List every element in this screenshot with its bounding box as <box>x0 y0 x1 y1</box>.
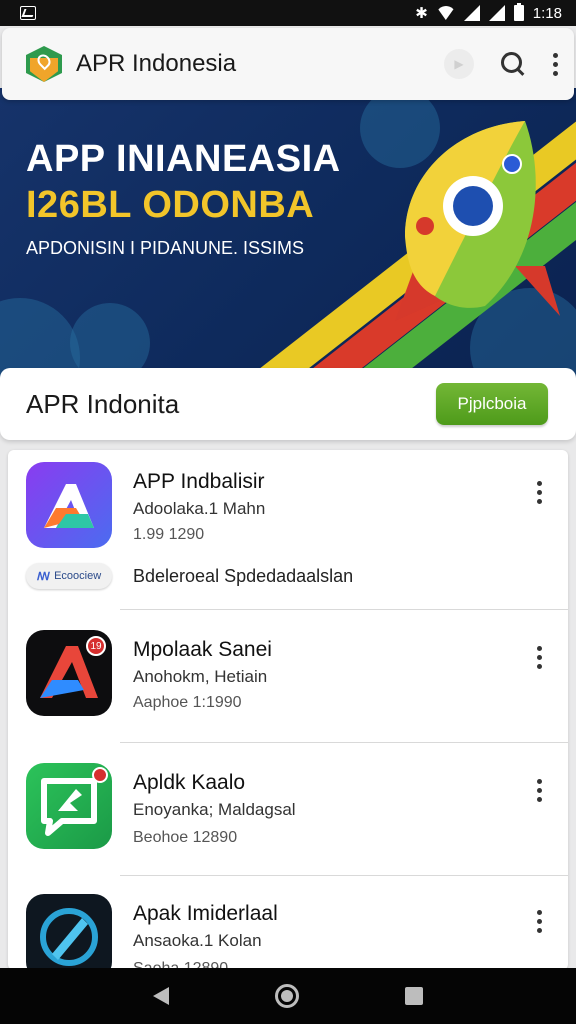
decorative-circle <box>0 298 80 378</box>
featured-card: APR Indonita Pjplcboia <box>0 368 576 440</box>
app-meta: 1.99 1290 <box>133 526 205 543</box>
hero-tagline: APDONISIN I PIDANUNE. ISSIMS <box>26 238 305 258</box>
recents-icon[interactable] <box>405 987 423 1005</box>
app-icon: 19 <box>26 630 112 716</box>
more-vert-icon[interactable] <box>536 481 542 504</box>
app-name: Mpolaak Sanei <box>133 638 272 661</box>
featured-title: APR Indonita <box>26 388 180 419</box>
top-app-bar: APR Indonesia ▶ <box>2 28 574 100</box>
app-title: APR Indonesia <box>76 50 237 77</box>
app-list: APP Indbalisir Adoolaka.1 Mahn 1.99 1290… <box>8 450 568 970</box>
app-meta: Beohoe 12890 <box>133 829 238 846</box>
notification-badge: 19 <box>86 636 106 656</box>
bluetooth-icon: ✱ <box>415 5 428 22</box>
more-vert-icon[interactable] <box>552 52 558 76</box>
decorative-circle <box>70 303 150 378</box>
more-vert-icon[interactable] <box>536 779 542 802</box>
chip-icon: ꟿ <box>36 570 51 583</box>
app-developer: Anohokm, Hetiain <box>133 667 268 686</box>
list-item[interactable]: Apldk Kaalo Enoyanka; Maldagsal Beohoe 1… <box>8 743 568 875</box>
battery-icon <box>513 3 524 21</box>
list-item[interactable]: 19 Mpolaak Sanei Anohokm, Hetiain Aaphoe… <box>8 610 568 742</box>
category-chip[interactable]: ꟿ Ecoociew <box>26 563 112 589</box>
chip-description: Bdeleroeal Spdedadaalslan <box>133 566 354 586</box>
search-icon[interactable] <box>500 51 526 77</box>
app-icon <box>26 763 112 849</box>
more-vert-icon[interactable] <box>536 646 542 669</box>
app-logo[interactable] <box>26 46 62 82</box>
app-icon <box>26 894 112 970</box>
back-icon[interactable] <box>153 987 169 1005</box>
home-icon[interactable] <box>275 984 299 1008</box>
app-developer: Adoolaka.1 Mahn <box>133 499 266 518</box>
notification-dot <box>92 767 108 783</box>
list-item[interactable]: APP Indbalisir Adoolaka.1 Mahn 1.99 1290… <box>8 450 568 608</box>
status-time: 1:18 <box>532 4 562 22</box>
list-item[interactable]: Apak Imiderlaal Ansaoka.1 Kolan Saoha 12… <box>8 876 568 970</box>
app-name: Apak Imiderlaal <box>133 902 278 925</box>
app-name: APP Indbalisir <box>133 470 265 493</box>
featured-action-button[interactable]: Pjplcboia <box>436 383 548 425</box>
system-nav-bar <box>0 968 576 1024</box>
app-meta: Aaphoe 1:1990 <box>133 694 242 711</box>
status-bar: ✱ 1:18 <box>0 0 576 26</box>
app-developer: Ansaoka.1 Kolan <box>133 931 262 950</box>
hero-subheading: I26BL ODONBA <box>26 184 315 226</box>
app-developer: Enoyanka; Maldagsal <box>133 800 296 819</box>
cast-icon[interactable]: ▶ <box>444 49 474 79</box>
more-vert-icon[interactable] <box>536 910 542 933</box>
app-icon <box>26 462 112 548</box>
wifi-icon <box>437 6 455 20</box>
hero-heading: APP INIANEASIA <box>26 138 341 180</box>
signal-icon <box>488 5 505 21</box>
signal-icon <box>463 5 480 21</box>
rocket-illustration <box>395 121 560 321</box>
hero-banner[interactable]: APP INIANEASIA I26BL ODONBA APDONISIN I … <box>0 88 576 378</box>
chip-label: Ecoociew <box>54 570 102 582</box>
app-name: Apldk Kaalo <box>133 771 246 794</box>
notification-app-icon <box>20 6 36 20</box>
